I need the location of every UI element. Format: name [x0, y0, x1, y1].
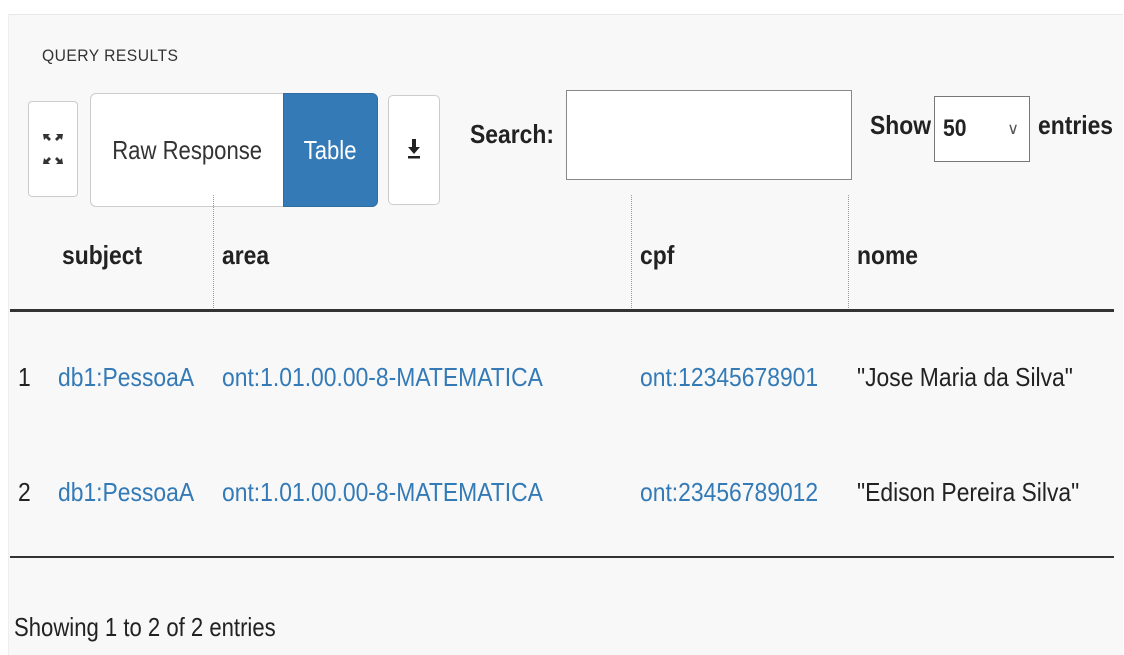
table-view-label: Table — [304, 134, 357, 165]
column-header-nome[interactable]: nome — [857, 240, 918, 271]
raw-response-button[interactable]: Raw Response — [90, 93, 283, 207]
chevron-down-icon: ∨ — [1007, 121, 1019, 138]
search-label: Search: — [470, 119, 554, 149]
area-cell-link[interactable]: ont:1.01.00.00-8-MATEMATICA — [222, 362, 543, 393]
nome-cell: "Edison Pereira Silva" — [857, 477, 1080, 507]
fullscreen-button[interactable] — [28, 101, 78, 197]
section-title: QUERY RESULTS — [42, 46, 179, 65]
column-divider — [631, 195, 632, 310]
nome-cell: "Jose Maria da Silva" — [857, 362, 1073, 392]
row-index: 1 — [18, 362, 31, 392]
table-footer-rule — [10, 556, 1114, 558]
view-toggle-group: Raw Response Table — [90, 93, 378, 207]
subject-cell-link[interactable]: db1:PessoaA — [58, 362, 194, 393]
download-button[interactable] — [388, 95, 440, 205]
area-cell-link[interactable]: ont:1.01.00.00-8-MATEMATICA — [222, 477, 543, 508]
subject-cell-link[interactable]: db1:PessoaA — [58, 477, 194, 508]
column-header-cpf[interactable]: cpf — [640, 240, 674, 271]
cpf-cell-link[interactable]: ont:23456789012 — [640, 477, 818, 508]
entries-per-page-select[interactable]: 50 ∨ — [934, 96, 1030, 162]
column-header-area[interactable]: area — [222, 240, 269, 271]
raw-response-label: Raw Response — [112, 134, 262, 165]
table-header-rule — [10, 309, 1114, 312]
row-index: 2 — [18, 477, 31, 507]
entries-select-value: 50 — [943, 115, 967, 142]
table-view-button[interactable]: Table — [283, 93, 378, 207]
download-icon — [407, 137, 421, 164]
column-header-subject[interactable]: subject — [62, 240, 142, 271]
column-divider — [848, 195, 849, 310]
table-info-text: Showing 1 to 2 of 2 entries — [14, 612, 276, 642]
column-divider — [213, 195, 214, 310]
cpf-cell-link[interactable]: ont:12345678901 — [640, 362, 818, 393]
expand-arrows-icon — [42, 132, 64, 166]
search-input[interactable] — [566, 90, 852, 180]
entries-label: entries — [1038, 110, 1114, 140]
show-label: Show — [870, 110, 932, 140]
